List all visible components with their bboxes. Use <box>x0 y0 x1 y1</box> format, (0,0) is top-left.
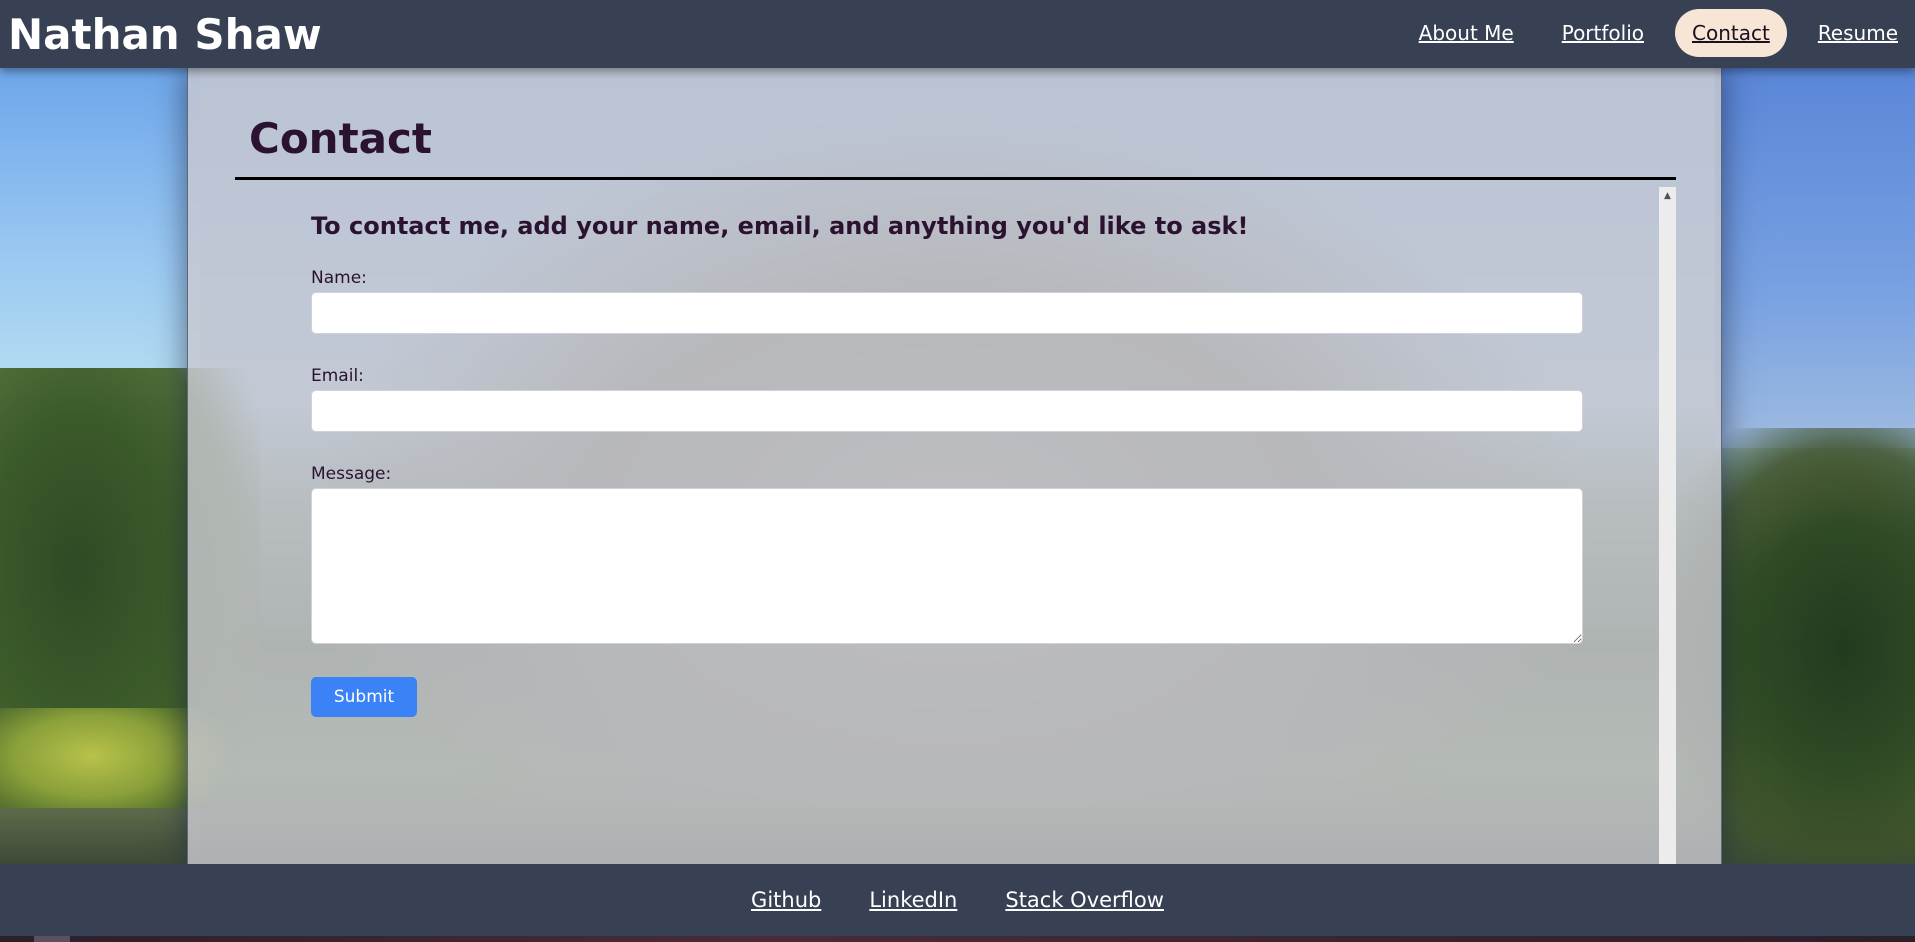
message-textarea[interactable] <box>311 488 1583 644</box>
top-navigation-bar: Nathan Shaw About Me Portfolio Contact R… <box>0 0 1915 68</box>
contact-form: To contact me, add your name, email, and… <box>311 212 1583 717</box>
email-label: Email: <box>311 366 364 386</box>
footer-link-stack-overflow[interactable]: Stack Overflow <box>1005 888 1164 912</box>
nav-link-portfolio[interactable]: Portfolio <box>1545 9 1661 57</box>
nav-link-contact[interactable]: Contact <box>1675 9 1787 57</box>
footer-link-linkedin[interactable]: LinkedIn <box>869 888 957 912</box>
form-instructions: To contact me, add your name, email, and… <box>311 212 1249 240</box>
site-brand[interactable]: Nathan Shaw <box>8 10 322 59</box>
page-title: Contact <box>249 114 432 163</box>
bottom-strip-tab <box>34 936 70 942</box>
sky-right <box>1715 68 1915 448</box>
scroll-up-arrow-icon[interactable]: ▲ <box>1659 187 1676 204</box>
name-input[interactable] <box>311 292 1583 334</box>
footer-link-github[interactable]: Github <box>751 888 821 912</box>
message-label: Message: <box>311 464 392 484</box>
river <box>0 808 200 864</box>
contact-panel: Contact ▲ ▼ To contact me, add your name… <box>187 68 1722 877</box>
nav-link-resume[interactable]: Resume <box>1801 9 1915 57</box>
bottom-strip <box>0 936 1915 942</box>
name-label: Name: <box>311 268 367 288</box>
main-nav: About Me Portfolio Contact Resume <box>1388 6 1915 60</box>
sky-left <box>0 68 200 398</box>
footer: Github LinkedIn Stack Overflow <box>0 864 1915 936</box>
title-divider <box>235 177 1676 180</box>
nav-link-about-me[interactable]: About Me <box>1402 9 1531 57</box>
scrollbar[interactable]: ▲ ▼ <box>1659 187 1676 877</box>
submit-button[interactable]: Submit <box>311 677 417 717</box>
email-input[interactable] <box>311 390 1583 432</box>
